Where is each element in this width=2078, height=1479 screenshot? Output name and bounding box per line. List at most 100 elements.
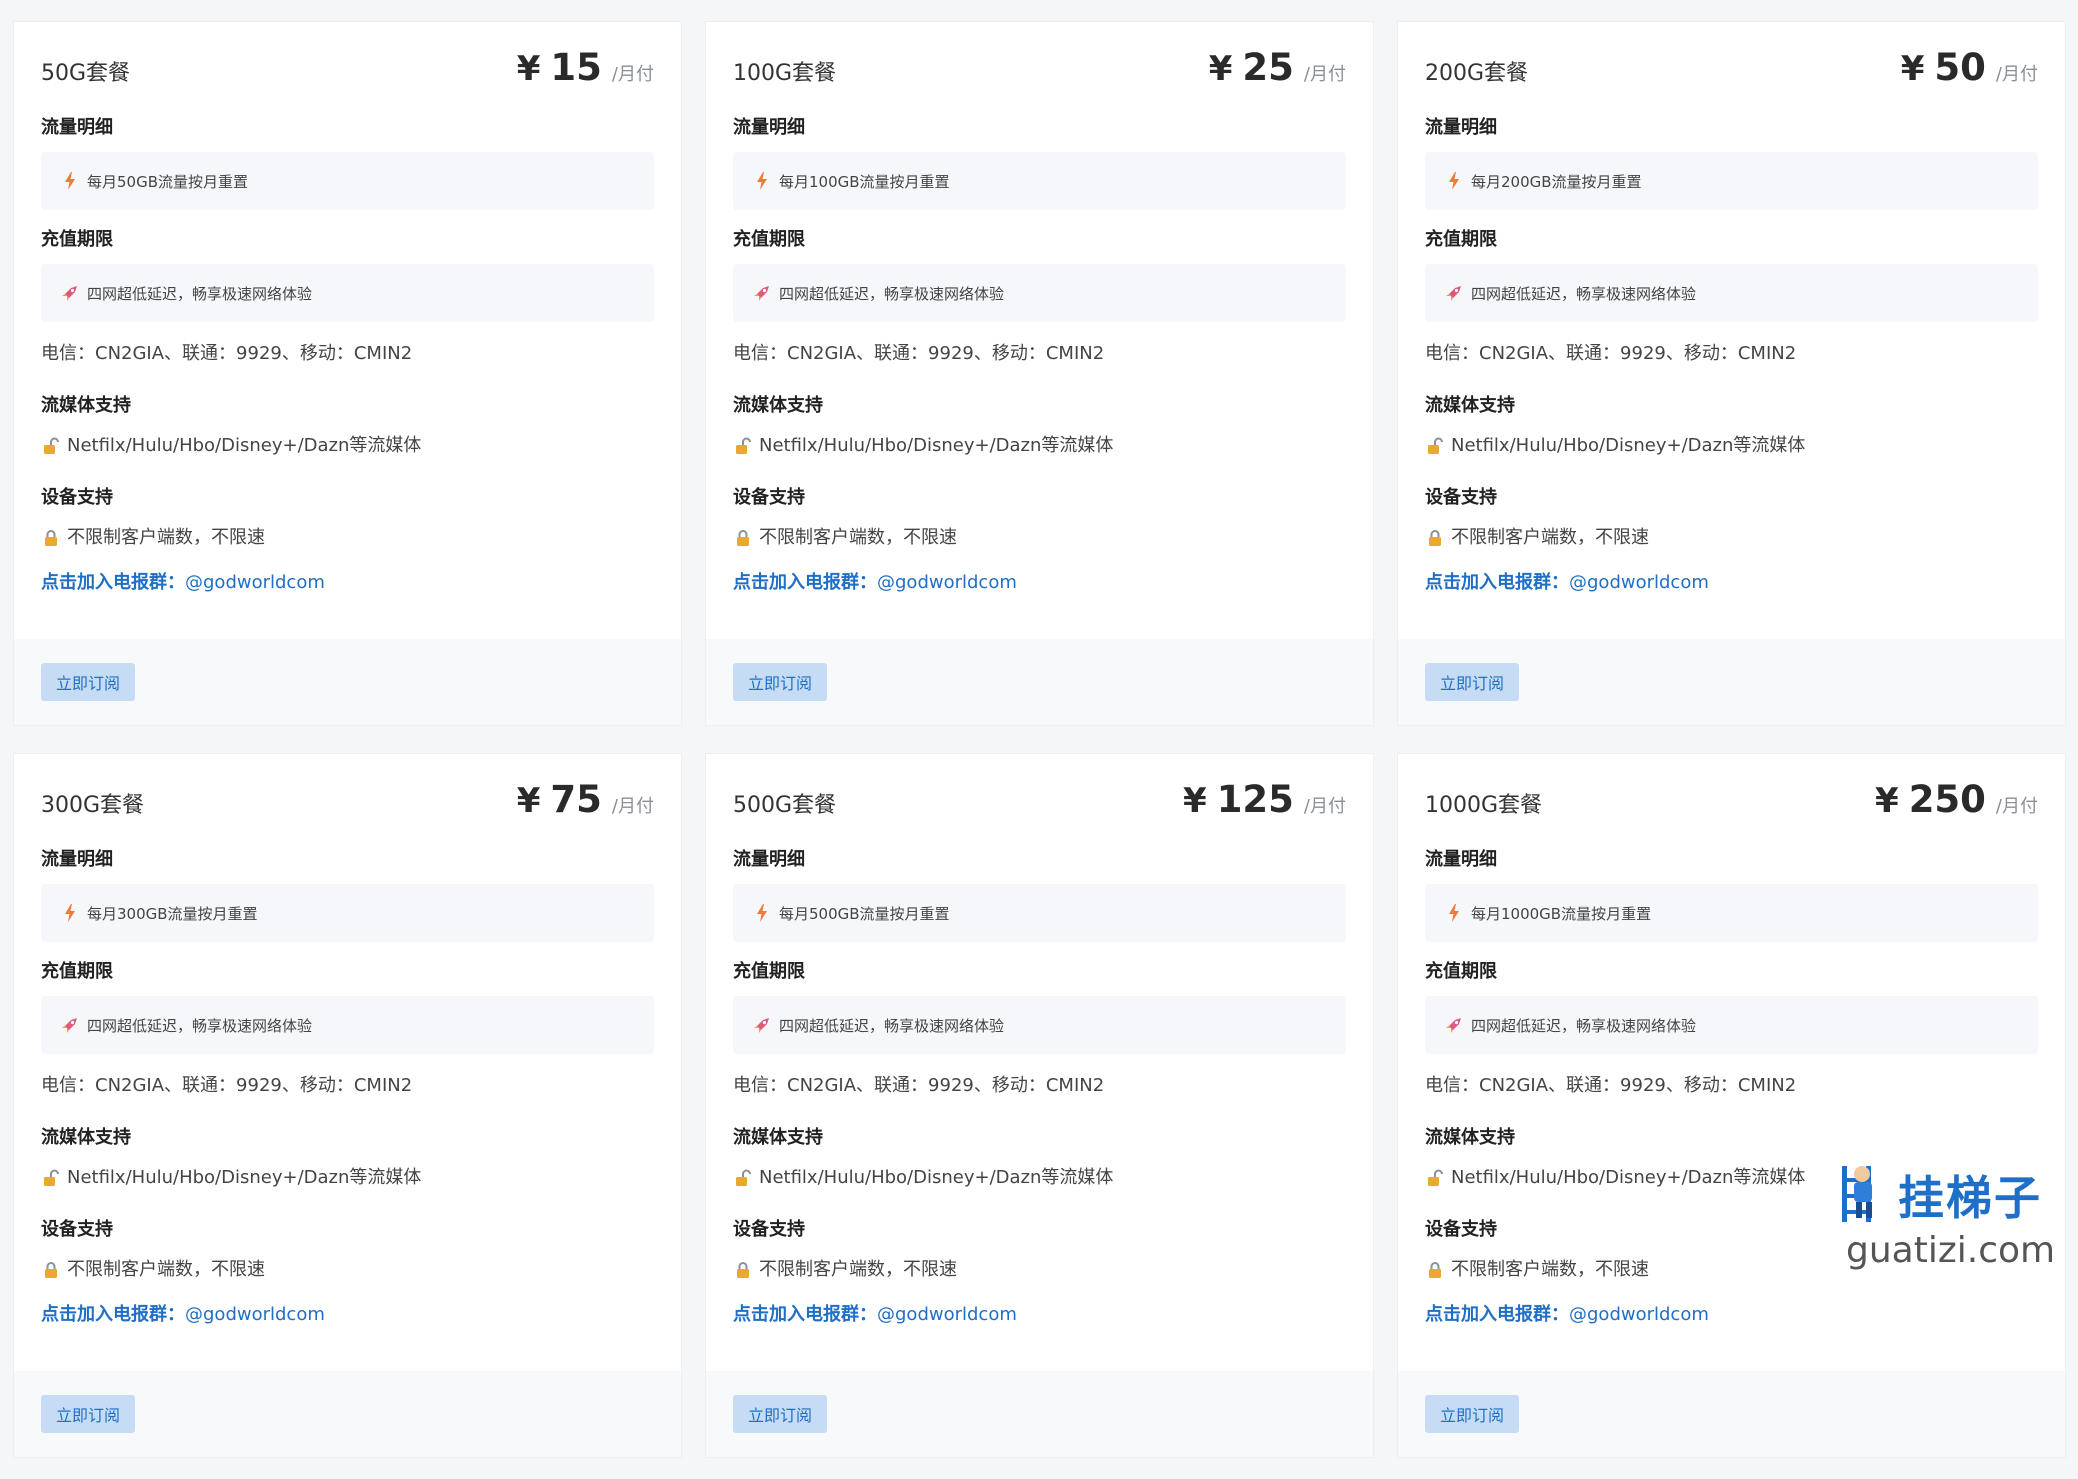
device-desc: 不限制客户端数，不限速 (759, 527, 957, 548)
plan-card: 1000G套餐 ¥ 250 /月付 流量明细 每月1000GB流量按月重置 充值… (1397, 753, 2066, 1458)
stream-line: Netfilx/Hulu/Hbo/Disney+/Dazn等流媒体 (1425, 424, 2038, 468)
telegram-link[interactable]: 点击加入电报群：@godworldcom (41, 1292, 654, 1338)
device-line: 不限制客户端数，不限速 (1425, 516, 2038, 560)
route-info: 电信：CN2GIA、联通：9929、移动：CMIN2 (41, 343, 413, 364)
route-info: 电信：CN2GIA、联通：9929、移动：CMIN2 (1425, 343, 1797, 364)
device-desc: 不限制客户端数，不限速 (67, 527, 265, 548)
period-box: 四网超低延迟，畅享极速网络体验 (1425, 996, 2038, 1054)
traffic-title: 流量明细 (733, 849, 805, 870)
period-desc: 四网超低延迟，畅享极速网络体验 (779, 284, 1005, 303)
plan-name: 50G套餐 (41, 61, 131, 86)
subscribe-button[interactable]: 立即订阅 (1425, 1395, 1520, 1433)
period-desc: 四网超低延迟，畅享极速网络体验 (779, 1016, 1005, 1035)
period-box: 四网超低延迟，畅享极速网络体验 (41, 996, 654, 1054)
plan-card: 300G套餐 ¥ 75 /月付 流量明细 每月300GB流量按月重置 充值期限 … (13, 753, 682, 1458)
device-desc: 不限制客户端数，不限速 (759, 1259, 957, 1280)
plan-card: 200G套餐 ¥ 50 /月付 流量明细 每月200GB流量按月重置 充值期限 … (1397, 21, 2066, 726)
plan-name: 1000G套餐 (1425, 793, 1543, 818)
period-title: 充值期限 (1425, 961, 1497, 982)
traffic-box: 每月100GB流量按月重置 (733, 152, 1346, 210)
lightning-icon (1445, 172, 1463, 190)
traffic-desc: 每月200GB流量按月重置 (1471, 172, 1642, 191)
telegram-label: 点击加入电报群： (733, 572, 877, 593)
price-amount: 50 (1934, 46, 1986, 89)
telegram-handle: @godworldcom (185, 1304, 325, 1325)
device-line: 不限制客户端数，不限速 (733, 1248, 1346, 1292)
traffic-desc: 每月1000GB流量按月重置 (1471, 904, 1652, 923)
price: ¥ 250 /月付 (1875, 778, 2038, 821)
period-title: 充值期限 (41, 961, 113, 982)
device-desc: 不限制客户端数，不限速 (1451, 527, 1649, 548)
plan-name: 300G套餐 (41, 793, 145, 818)
subscribe-button[interactable]: 立即订阅 (41, 663, 136, 701)
period-title: 充值期限 (1425, 229, 1497, 250)
price-unit: /月付 (611, 64, 654, 85)
traffic-box: 每月1000GB流量按月重置 (1425, 884, 2038, 942)
plan-grid: 50G套餐 ¥ 15 /月付 流量明细 每月50GB流量按月重置 充值期限 四网… (13, 21, 2067, 1458)
telegram-link[interactable]: 点击加入电报群：@godworldcom (41, 560, 654, 606)
plan-card: 500G套餐 ¥ 125 /月付 流量明细 每月500GB流量按月重置 充值期限… (705, 753, 1374, 1458)
device-title: 设备支持 (1425, 487, 1497, 508)
subscribe-button[interactable]: 立即订阅 (41, 1395, 136, 1433)
traffic-desc: 每月50GB流量按月重置 (87, 172, 249, 191)
plan-name: 100G套餐 (733, 61, 837, 86)
period-title: 充值期限 (41, 229, 113, 250)
lightning-icon (1445, 904, 1463, 922)
subscribe-button[interactable]: 立即订阅 (1425, 663, 1520, 701)
price: ¥ 50 /月付 (1901, 46, 2038, 89)
lock-icon (1425, 1260, 1445, 1280)
price-unit: /月付 (1303, 796, 1346, 817)
currency-symbol: ¥ (1900, 49, 1925, 89)
period-desc: 四网超低延迟，畅享极速网络体验 (87, 1016, 313, 1035)
traffic-desc: 每月300GB流量按月重置 (87, 904, 258, 923)
rocket-icon (1445, 1016, 1463, 1034)
traffic-title: 流量明细 (733, 117, 805, 138)
plan-name: 500G套餐 (733, 793, 837, 818)
telegram-label: 点击加入电报群： (41, 1304, 185, 1325)
watermark-cn: 挂梯子 (1898, 1171, 2042, 1225)
stream-line: Netfilx/Hulu/Hbo/Disney+/Dazn等流媒体 (41, 424, 654, 468)
subscribe-button[interactable]: 立即订阅 (733, 663, 828, 701)
stream-title: 流媒体支持 (733, 1127, 823, 1148)
period-title: 充值期限 (733, 961, 805, 982)
currency-symbol: ¥ (1183, 781, 1207, 821)
price-unit: /月付 (1303, 64, 1346, 85)
period-desc: 四网超低延迟，畅享极速网络体验 (1471, 284, 1697, 303)
route-info: 电信：CN2GIA、联通：9929、移动：CMIN2 (733, 1075, 1105, 1096)
telegram-link[interactable]: 点击加入电报群：@godworldcom (733, 1292, 1346, 1338)
card-footer: 立即订阅 (706, 1371, 1373, 1457)
device-line: 不限制客户端数，不限速 (41, 1248, 654, 1292)
route-info: 电信：CN2GIA、联通：9929、移动：CMIN2 (41, 1075, 413, 1096)
device-line: 不限制客户端数，不限速 (41, 516, 654, 560)
stream-desc: Netfilx/Hulu/Hbo/Disney+/Dazn等流媒体 (759, 1167, 1114, 1188)
currency-symbol: ¥ (1208, 49, 1233, 89)
lock-icon (733, 1260, 753, 1280)
card-footer: 立即订阅 (14, 1371, 681, 1457)
rocket-icon (61, 284, 79, 302)
lock-icon (41, 528, 61, 548)
telegram-link[interactable]: 点击加入电报群：@godworldcom (1425, 1292, 2038, 1338)
lock-icon (41, 1260, 61, 1280)
price-amount: 250 (1908, 778, 1986, 821)
stream-title: 流媒体支持 (1425, 395, 1515, 416)
plan-name: 200G套餐 (1425, 61, 1529, 86)
device-desc: 不限制客户端数，不限速 (67, 1259, 265, 1280)
telegram-link[interactable]: 点击加入电报群：@godworldcom (1425, 560, 2038, 606)
ladder-mascot-icon (1836, 1162, 1888, 1228)
device-desc: 不限制客户端数，不限速 (1451, 1259, 1649, 1280)
telegram-handle: @godworldcom (877, 1304, 1017, 1325)
unlock-icon (41, 436, 61, 456)
route-info: 电信：CN2GIA、联通：9929、移动：CMIN2 (1425, 1075, 1797, 1096)
lightning-icon (61, 172, 79, 190)
stream-line: Netfilx/Hulu/Hbo/Disney+/Dazn等流媒体 (733, 1156, 1346, 1200)
telegram-link[interactable]: 点击加入电报群：@godworldcom (733, 560, 1346, 606)
watermark-en: guatizi.com (1846, 1230, 2056, 1271)
stream-title: 流媒体支持 (41, 395, 131, 416)
traffic-title: 流量明细 (41, 117, 113, 138)
plan-card: 50G套餐 ¥ 15 /月付 流量明细 每月50GB流量按月重置 充值期限 四网… (13, 21, 682, 726)
currency-symbol: ¥ (516, 781, 541, 821)
price-amount: 75 (550, 778, 602, 821)
stream-title: 流媒体支持 (1425, 1127, 1515, 1148)
subscribe-button[interactable]: 立即订阅 (733, 1395, 828, 1433)
currency-symbol: ¥ (516, 49, 541, 89)
